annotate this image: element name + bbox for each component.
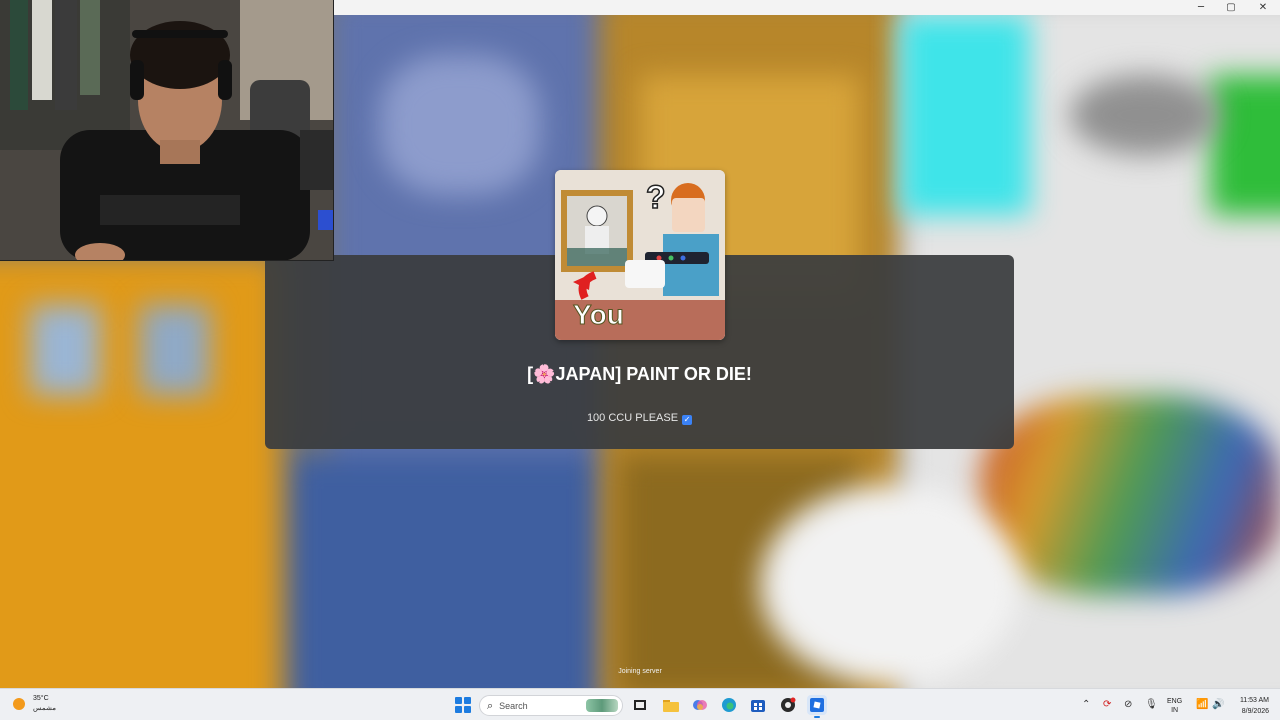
active-app-indicator: [814, 716, 820, 718]
weather-condition: مشمس: [33, 705, 56, 712]
webcam-overlay: [0, 0, 334, 261]
file-explorer-button[interactable]: [661, 695, 681, 715]
microphone-icon[interactable]: 🎙: [1145, 699, 1158, 710]
taskbar-clock[interactable]: 11:53 AM 8/9/2026: [1229, 695, 1269, 717]
game-thumbnail: ? You: [555, 170, 725, 340]
thumbnail-caption: You: [573, 299, 624, 330]
edge-icon: [722, 698, 736, 712]
region-code: IN: [1171, 707, 1179, 714]
start-button[interactable]: [455, 697, 471, 713]
windows-taskbar: 35°C مشمس ⌕ ⌃ ⟳ ⊘ 🎙 ENG IN 📶 �: [0, 688, 1280, 720]
search-input[interactable]: [499, 700, 570, 711]
search-icon: ⌕: [487, 698, 494, 712]
store-icon: [751, 700, 765, 712]
thumbnail-art: ? You: [555, 170, 725, 340]
edge-button[interactable]: [719, 695, 739, 715]
sync-icon[interactable]: ⟳: [1103, 699, 1111, 710]
copilot-icon: [693, 700, 707, 710]
verified-badge-icon: ✓: [682, 415, 693, 425]
weather-temperature: 35°C: [33, 695, 49, 702]
wifi-icon[interactable]: 📶: [1196, 699, 1208, 710]
creator-note: 100 CCU PLEASE: [586, 412, 679, 424]
weather-widget[interactable]: 35°C مشمس: [13, 694, 56, 714]
game-subtitle: 100 CCU PLEASE ✓: [265, 412, 1014, 425]
clock-time: 11:53 AM: [1239, 697, 1269, 704]
roblox-icon: [810, 698, 824, 712]
roblox-game-window: ─ ▢ ✕ ? You [🌸JAPAN] PAINT OR DIE! 100 C…: [0, 0, 1280, 688]
taskbar-search[interactable]: ⌕: [479, 695, 623, 716]
minimize-button[interactable]: ─: [1186, 0, 1216, 15]
game-title: [🌸JAPAN] PAINT OR DIE!: [527, 364, 752, 384]
folder-icon: [663, 700, 679, 712]
network-off-icon[interactable]: ⊘: [1124, 699, 1132, 710]
show-hidden-icons-chevron-up-icon[interactable]: ⌃: [1082, 699, 1090, 710]
maximize-button[interactable]: ▢: [1216, 0, 1246, 15]
close-button[interactable]: ✕: [1248, 0, 1278, 15]
joining-status: Joining server: [618, 668, 662, 675]
obs-icon: [781, 697, 796, 712]
windows-logo-icon: [455, 697, 462, 704]
clock-date: 8/9/2026: [1241, 708, 1269, 715]
search-highlight-image: [586, 699, 618, 712]
store-button[interactable]: [748, 695, 768, 715]
language-code: ENG: [1167, 698, 1183, 705]
task-view-button[interactable]: [630, 695, 650, 715]
task-view-icon: [634, 700, 646, 710]
copilot-button[interactable]: [690, 695, 710, 715]
thumbnail-question-mark: ?: [646, 179, 666, 215]
roblox-button[interactable]: [807, 695, 827, 718]
sun-icon: [13, 698, 25, 710]
language-indicator[interactable]: ENG IN: [1167, 697, 1182, 715]
webcam-feed: [0, 0, 333, 260]
obs-button[interactable]: [778, 695, 798, 715]
volume-icon[interactable]: 🔊: [1212, 699, 1224, 710]
